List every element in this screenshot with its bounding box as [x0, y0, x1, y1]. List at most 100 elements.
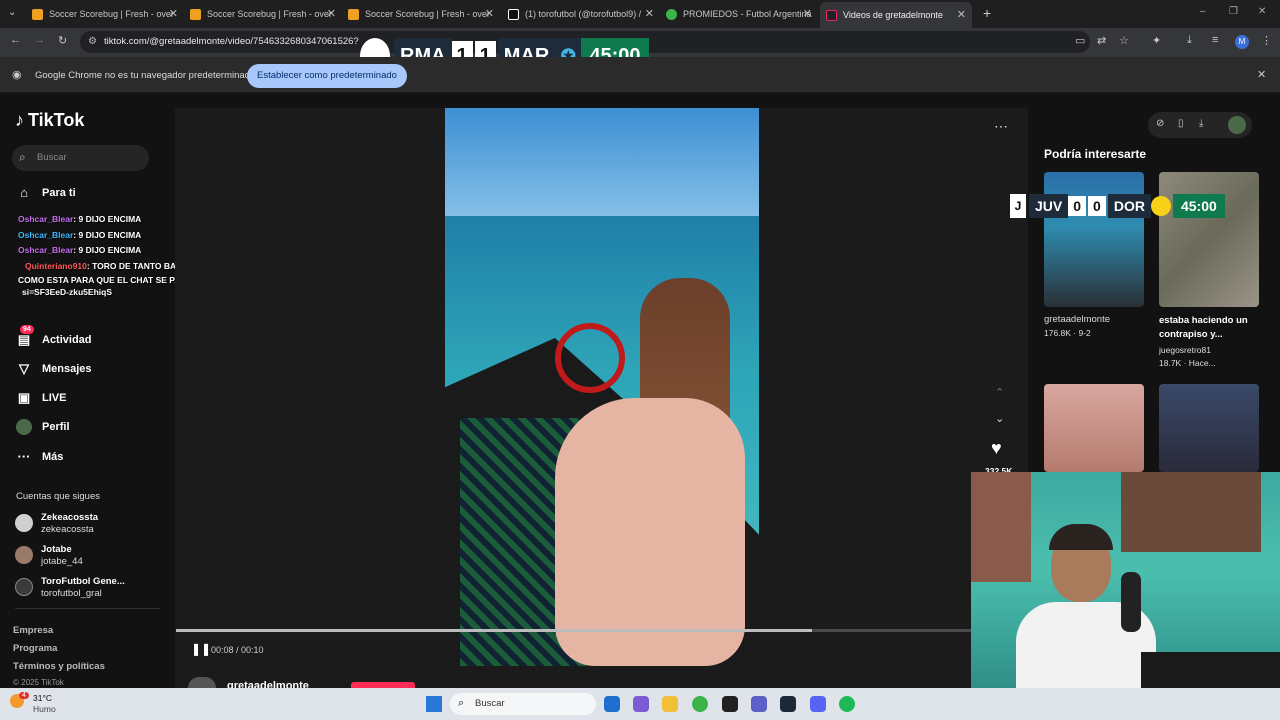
footer-link-terminos[interactable]: Términos y políticas	[13, 661, 105, 672]
video-frame[interactable]	[445, 108, 759, 666]
infobar-close-icon[interactable]: ✕	[1257, 68, 1266, 81]
nav-item-mensajes[interactable]: ▽ Mensajes	[16, 361, 92, 377]
file-explorer-icon[interactable]	[662, 696, 678, 712]
following-item[interactable]: ToroFutbol Gene... torofutbol_gral	[15, 576, 125, 600]
tab-search-icon[interactable]: ⌄	[8, 7, 16, 18]
window-close-icon[interactable]: ✕	[1258, 6, 1266, 17]
close-icon[interactable]: ✕	[169, 7, 178, 20]
profile-avatar[interactable]: M	[1235, 35, 1249, 49]
nav-item-para-ti[interactable]: ⌂ Para ti	[16, 185, 76, 200]
tab-1[interactable]: Soccer Scorebug | Fresh - over ✕	[32, 4, 178, 24]
chat-line: Oshcar_Blear: 9 DIJO ENCIMA	[18, 245, 141, 255]
more-options-icon[interactable]: ⋯	[994, 118, 1008, 135]
cast-icon[interactable]: ▭	[1075, 34, 1085, 47]
close-icon[interactable]: ✕	[645, 7, 654, 20]
chat-user: Oshcar_Blear	[18, 214, 74, 224]
recommendation-author[interactable]: gretaadelmonte	[1044, 314, 1110, 325]
taskbar-search[interactable]: ⌕ Buscar	[450, 693, 596, 715]
steering-wheel	[555, 323, 625, 393]
inbox-icon: ▤	[17, 332, 31, 347]
recommendation-thumb[interactable]	[1044, 172, 1144, 307]
avatar	[15, 546, 33, 564]
following-item[interactable]: Jotabe jotabe_44	[15, 544, 83, 568]
nav-item-perfil[interactable]: Perfil	[16, 419, 70, 435]
recommendation-thumb[interactable]	[1159, 172, 1259, 307]
spotify-icon[interactable]	[839, 696, 855, 712]
following-item[interactable]: Zekeacossta zekeacossta	[15, 512, 98, 536]
tab-5[interactable]: PROMIEDOS - Futbol Argentina ✕	[666, 4, 812, 24]
steam-icon[interactable]	[780, 696, 796, 712]
nav-item-actividad[interactable]: ▤ Actividad 94	[16, 325, 92, 348]
chevron-down-icon[interactable]: ⌄	[995, 412, 1004, 425]
recommendation-stats: 18.7K · Hace...	[1159, 358, 1216, 368]
explore-icon[interactable]: ⊘	[1156, 118, 1164, 129]
recommendation-title[interactable]: estaba haciendo un contrapiso y...	[1159, 314, 1264, 342]
tab-title: Soccer Scorebug | Fresh - over	[207, 9, 332, 19]
following-name: ToroFutbol Gene...	[41, 576, 125, 587]
chrome-icon[interactable]	[692, 696, 708, 712]
following-username: torofutbol_gral	[41, 588, 102, 599]
like-heart-icon[interactable]: ♥	[991, 438, 1002, 459]
search-input[interactable]: ⌕ Buscar	[12, 145, 149, 171]
windows-start-icon[interactable]	[426, 696, 442, 712]
close-icon[interactable]: ✕	[327, 7, 336, 20]
bookmark-star-icon[interactable]: ☆	[1119, 34, 1129, 47]
mobile-icon[interactable]: ▯	[1178, 118, 1184, 129]
tab-title: (1) torofutbol (@torofutbol9) /	[525, 9, 642, 19]
recommendation-stats: 176.8K · 9-2	[1044, 328, 1091, 338]
footer-link-programa[interactable]: Programa	[13, 643, 57, 654]
pause-icon[interactable]: ❚❚	[191, 642, 211, 656]
user-avatar[interactable]	[1228, 116, 1246, 134]
search-icon: ⌕	[19, 150, 26, 164]
recommendation-thumb[interactable]	[1159, 384, 1259, 472]
footer-link-empresa[interactable]: Empresa	[13, 625, 53, 636]
tab-4[interactable]: (1) torofutbol (@torofutbol9) / ✕	[508, 4, 654, 24]
tab-3[interactable]: Soccer Scorebug | Fresh - over ✕	[348, 4, 494, 24]
nav-item-mas[interactable]: ··· Más	[16, 449, 64, 464]
download-app-icon[interactable]: ⤓	[1199, 118, 1203, 129]
tiktok-logo[interactable]: ♪ TikTok	[15, 110, 84, 131]
recommendation-thumb[interactable]	[1044, 384, 1144, 472]
tab-2[interactable]: Soccer Scorebug | Fresh - over ✕	[190, 4, 336, 24]
search-placeholder: Buscar	[37, 152, 67, 163]
edge-icon[interactable]	[604, 696, 620, 712]
author-name[interactable]: gretaadelmonte	[227, 680, 309, 688]
reading-list-icon[interactable]: ≡	[1212, 34, 1218, 46]
avatar	[15, 578, 33, 596]
copilot-icon[interactable]	[633, 696, 649, 712]
forward-icon[interactable]: →	[34, 34, 45, 46]
url-text: tiktok.com/@gretaadelmonte/video/7546332…	[104, 36, 359, 47]
menu-icon[interactable]: ⋮	[1261, 34, 1272, 47]
tab-title: Videos de gretadelmonte	[843, 10, 943, 20]
match-clock: 45:00	[1172, 194, 1225, 218]
teams-icon[interactable]	[751, 696, 767, 712]
tab-6-active[interactable]: Videos de gretadelmonte ✕	[820, 2, 972, 28]
maximize-icon[interactable]: ❐	[1229, 6, 1238, 17]
author-avatar[interactable]	[188, 677, 216, 688]
set-default-button[interactable]: Establecer como predeterminado	[247, 64, 407, 88]
nav-item-live[interactable]: ▣ LIVE	[16, 390, 67, 406]
close-icon[interactable]: ✕	[957, 8, 966, 21]
microphone	[1121, 572, 1141, 632]
translate-icon[interactable]: ⇄	[1097, 34, 1106, 47]
extensions-icon[interactable]: ✦	[1152, 34, 1161, 47]
reload-icon[interactable]: ↻	[58, 34, 67, 47]
back-icon[interactable]: ←	[10, 34, 21, 46]
recommendation-author[interactable]: juegosretro81	[1159, 345, 1211, 355]
discord-icon[interactable]	[810, 696, 826, 712]
video-progress-track[interactable]	[176, 629, 971, 632]
new-tab-icon[interactable]: +	[983, 5, 991, 21]
site-info-icon[interactable]: ⚙	[88, 31, 97, 53]
avatar	[15, 514, 33, 532]
chat-text: si=SF3EeD-zku5EhiqS	[22, 287, 112, 297]
chevron-up-icon[interactable]: ⌃	[995, 386, 1004, 399]
chat-text: : 9 DIJO ENCIMA	[73, 245, 142, 255]
obs-icon[interactable]	[722, 696, 738, 712]
nav-label: Perfil	[42, 421, 70, 433]
close-icon[interactable]: ✕	[485, 7, 494, 20]
minimize-icon[interactable]: –	[1200, 6, 1206, 17]
scoreboard-side: J JUV 0 0 DOR 45:00	[1010, 194, 1225, 218]
tiktok-note-icon: ♪	[15, 110, 24, 130]
close-icon[interactable]: ✕	[803, 7, 812, 20]
download-icon[interactable]: ⤓	[1187, 34, 1192, 47]
